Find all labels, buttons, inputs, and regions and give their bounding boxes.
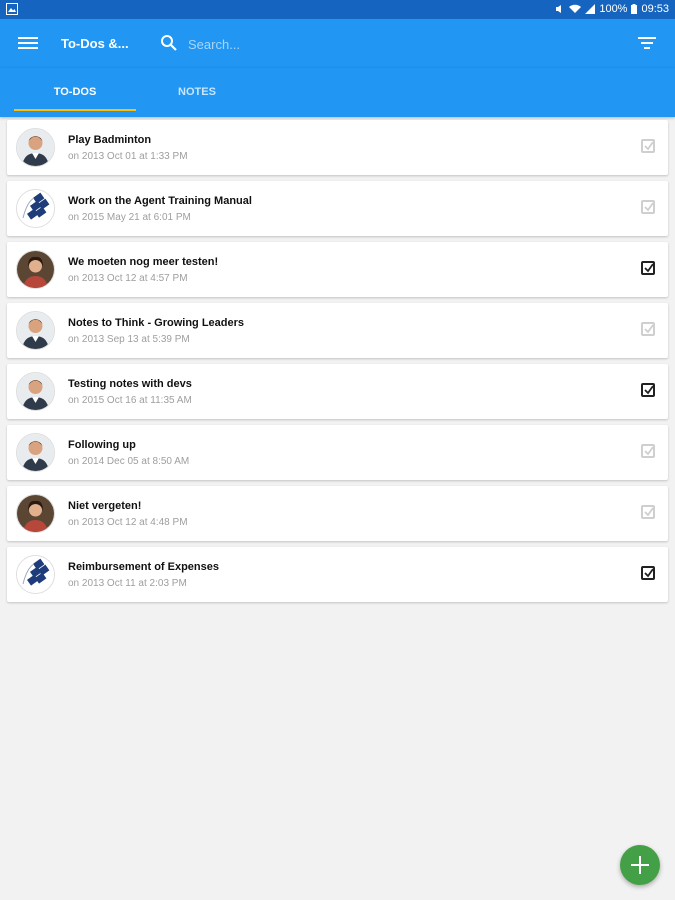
tab-todos[interactable]: TO-DOS [14,68,136,117]
avatar [16,372,55,411]
filter-icon[interactable] [637,34,657,52]
status-bar: 100% 09:53 [0,0,675,19]
done-checkbox[interactable] [641,566,655,580]
todo-list: Play Badminton on 2013 Oct 01 at 1:33 PM W… [0,120,675,608]
avatar [16,494,55,533]
clock: 09:53 [641,3,669,15]
tab-notes[interactable]: NOTES [136,68,258,117]
todo-title: Reimbursement of Expenses [68,561,219,573]
todo-item[interactable]: Play Badminton on 2013 Oct 01 at 1:33 PM [7,120,668,175]
todo-item[interactable]: Work on the Agent Training Manual on 2015… [7,181,668,236]
done-checkbox[interactable] [641,139,655,153]
todo-date: on 2013 Oct 01 at 1:33 PM [68,151,188,162]
todo-date: on 2015 Oct 16 at 11:35 AM [68,395,192,406]
done-checkbox[interactable] [641,383,655,397]
todo-title: Niet vergeten! [68,500,142,512]
done-checkbox[interactable] [641,505,655,519]
hamburger-menu-icon[interactable] [18,34,38,52]
todo-date: on 2013 Sep 13 at 5:39 PM [68,334,190,345]
done-checkbox[interactable] [641,200,655,214]
avatar [16,250,55,289]
todo-date: on 2013 Oct 12 at 4:57 PM [68,273,188,284]
search-input[interactable] [186,32,410,56]
battery-icon [631,4,638,14]
todo-date: on 2013 Oct 12 at 4:48 PM [68,517,188,528]
app-title: To-Dos &... [61,36,129,51]
todo-item[interactable]: Niet vergeten! on 2013 Oct 12 at 4:48 PM [7,486,668,541]
signal-icon [585,4,596,14]
todo-date: on 2015 May 21 at 6:01 PM [68,212,191,223]
mute-icon [556,5,562,13]
todo-item[interactable]: Following up on 2014 Dec 05 at 8:50 AM [7,425,668,480]
todo-title: Following up [68,439,136,451]
todo-date: on 2014 Dec 05 at 8:50 AM [68,456,190,467]
todo-item[interactable]: Reimbursement of Expenses on 2013 Oct 11 … [7,547,668,602]
done-checkbox[interactable] [641,444,655,458]
add-todo-button[interactable] [620,845,660,885]
avatar [16,311,55,350]
avatar [16,433,55,472]
avatar [16,128,55,167]
done-checkbox[interactable] [641,322,655,336]
todo-title: Work on the Agent Training Manual [68,195,252,207]
todo-title: Notes to Think - Growing Leaders [68,317,245,329]
todo-title: We moeten nog meer testen! [68,256,219,268]
app-bar: To-Dos &... [0,19,675,68]
gallery-icon [6,3,18,15]
todo-item[interactable]: We moeten nog meer testen! on 2013 Oct 12… [7,242,668,297]
search-icon[interactable] [160,34,178,52]
todo-date: on 2013 Oct 11 at 2:03 PM [68,578,187,589]
battery-level: 100% [599,3,628,15]
done-checkbox[interactable] [641,261,655,275]
company-logo-avatar [16,189,55,228]
company-logo-avatar [16,555,55,594]
todo-title: Testing notes with devs [68,378,192,390]
wifi-icon [569,4,582,13]
todo-item[interactable]: Notes to Think - Growing Leaders on 2013 … [7,303,668,358]
tab-bar: TO-DOS NOTES [0,68,675,117]
todo-title: Play Badminton [68,134,152,146]
todo-item[interactable]: Testing notes with devs on 2015 Oct 16 at… [7,364,668,419]
